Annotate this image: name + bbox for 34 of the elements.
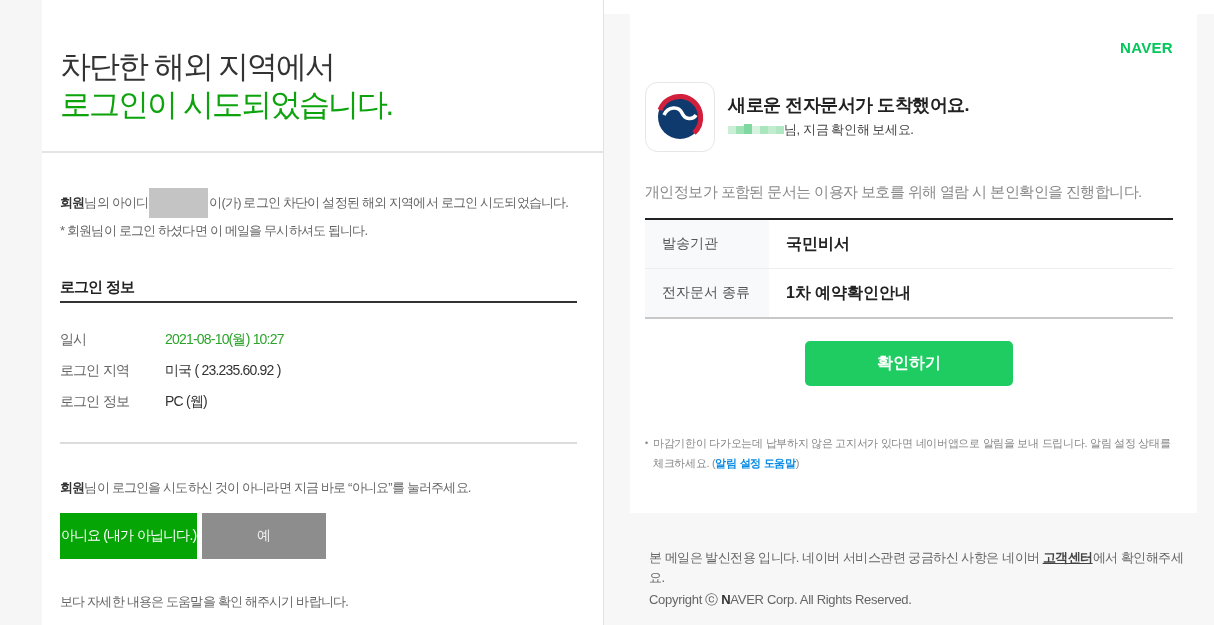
info-value: 2021-08-10(월) 10:27: [165, 330, 284, 349]
redaction-bar: [149, 188, 209, 218]
message-heading: 새로운 전자문서가 도착했어요.: [728, 94, 969, 117]
info-value: 미국 ( 23.235.60.92 ): [165, 361, 281, 380]
info-label: 일시: [60, 330, 88, 349]
copyright-text: Copyright ⓒ NAVER Corp. All Rights Reserved.: [649, 591, 913, 609]
help-link[interactable]: 알림 설정 도움말: [715, 457, 796, 469]
answer-button[interactable]: 예: [202, 513, 326, 559]
detail-value: 국민비서: [785, 233, 850, 254]
headline-text: 차단한 해외 지역에서: [60, 48, 336, 86]
footnote-text: 마감기한이 다가오는데 납부하지 않은 고지서가 있다면 네이버앱으로 알림을 보내 드립니다. 알림 설정 상태를 체크하세요. (알림 설정 도움말): [653, 436, 1172, 471]
notice-text: 회원님의 아이디: [60, 194, 149, 212]
note-text: * 회원님이 로그인 하셨다면 이 메일을 무시하셔도 됩니다.: [60, 222, 369, 240]
info-label: 로그인 지역: [60, 361, 131, 380]
prompt-text: 회원님이 로그인을 시도하신 것이 아니라면 지금 바로 “아니요”를 눌러주세요.: [60, 479, 472, 497]
help-text: 보다 자세한 내용은 도움말을 확인 해주시기 바랍니다.: [60, 593, 350, 611]
detail-value: 1차 예약확인안내: [785, 282, 912, 303]
confirm-button[interactable]: 확인하기: [805, 341, 1013, 386]
notice-text: 이(가) 로그인 차단이 설정된 해외 지역에서 로그인 시도되었습니다.: [209, 194, 569, 212]
answer-button[interactable]: 아니요 (내가 아닙니다.): [60, 513, 197, 559]
headline-text: 로그인이 시도되었습니다.: [60, 86, 394, 124]
logo-text: NAVER: [1120, 39, 1173, 57]
detail-label: 전자문서 종류: [645, 269, 769, 317]
footer-text: 본 메일은 발신전용 입니다. 네이버 서비스관련 궁금하신 사항은 네이버 고객센터에서 확인해주세요.: [649, 549, 1185, 587]
support-link[interactable]: 고객센터: [1042, 550, 1093, 565]
bullet-mark: •: [645, 437, 650, 450]
emblem-icon: [645, 82, 715, 152]
privacy-notice: 개인정보가 포함된 문서는 이용자 보호를 위해 열람 시 본인확인을 진행합니다.: [645, 182, 1143, 202]
info-label: 로그인 정보: [60, 392, 131, 411]
message-subheading: 님, 지금 확인해 보세요.: [784, 121, 914, 139]
detail-label: 발송기관: [645, 220, 769, 268]
info-value: PC (웹): [165, 392, 207, 411]
section-title: 로그인 정보: [60, 277, 577, 303]
pixelated-name: [728, 124, 784, 136]
